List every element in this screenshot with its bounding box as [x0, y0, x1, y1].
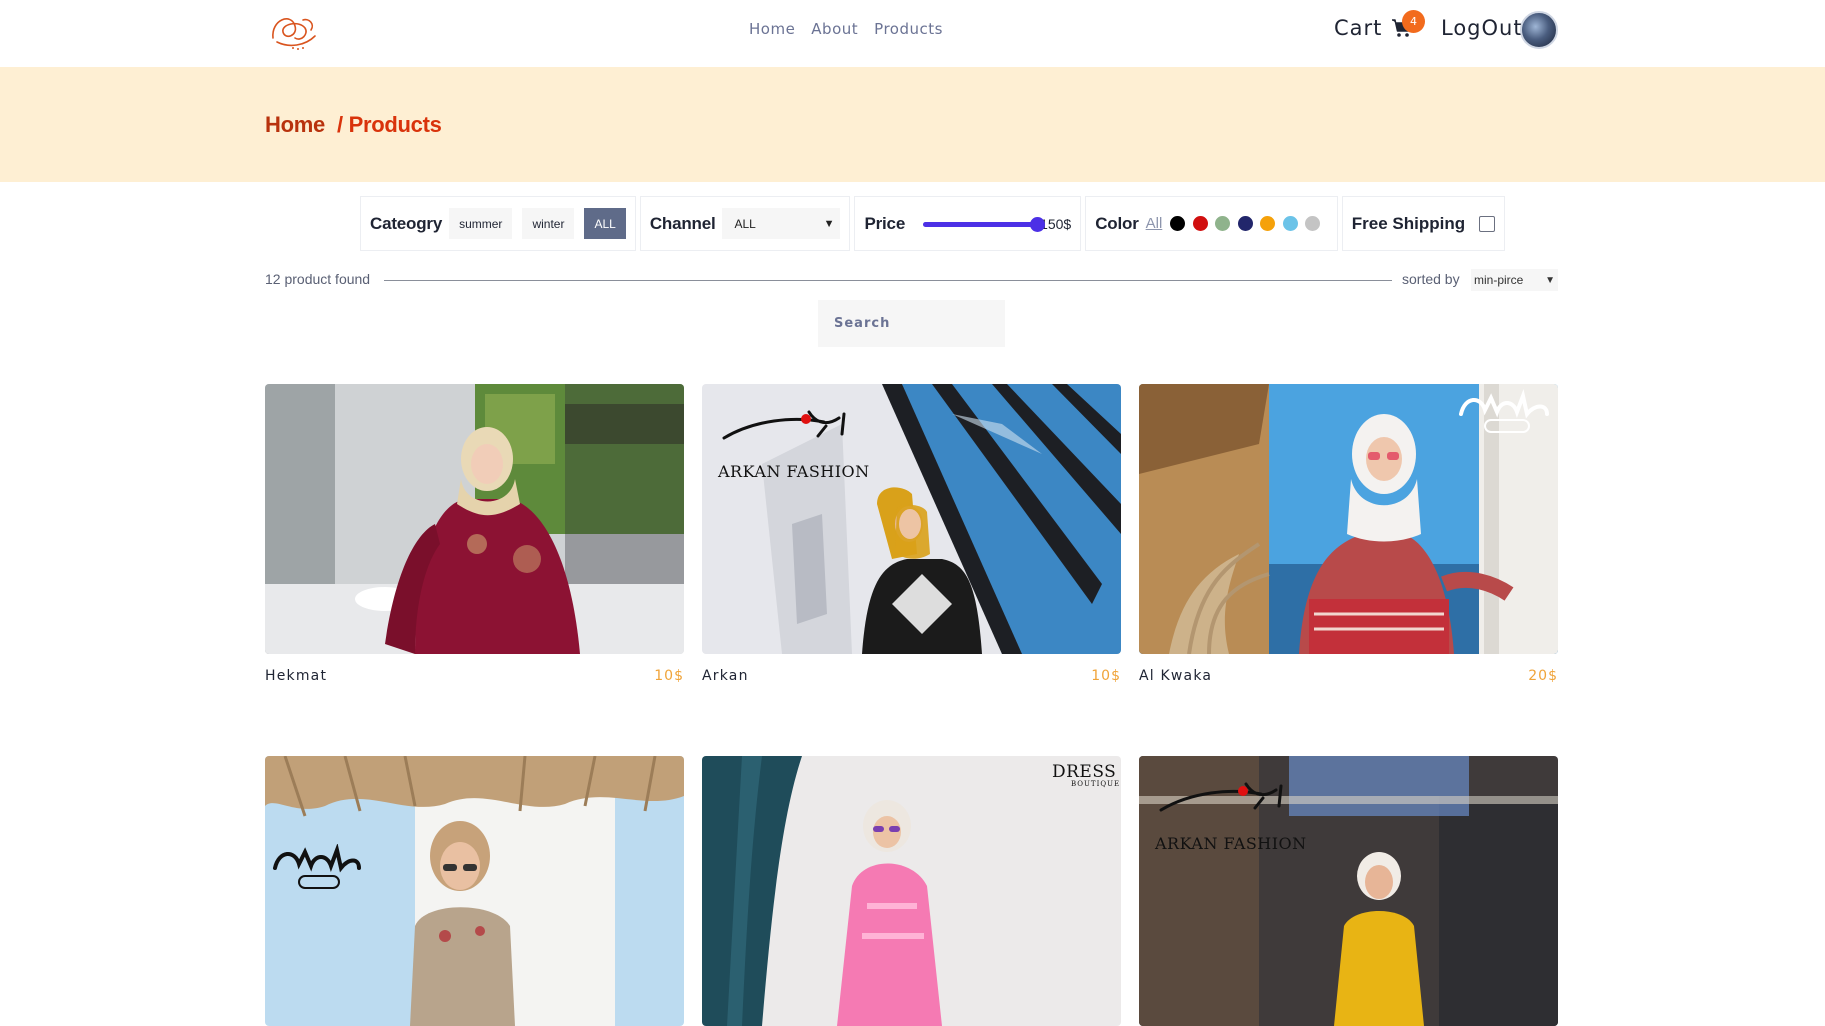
color-swatch[interactable]: [1192, 216, 1208, 231]
product-card[interactable]: ARKAN FASHION Arkan 10$: [702, 384, 1121, 684]
product-card[interactable]: DRESS BOUTIQUE: [702, 756, 1121, 1026]
category-label: Cateogry: [370, 213, 443, 233]
cart-button[interactable]: Cart 4: [1334, 10, 1425, 40]
brand-logo[interactable]: [265, 8, 321, 54]
breadcrumb-current: / Products: [337, 112, 442, 137]
color-swatch[interactable]: [1282, 216, 1298, 231]
color-swatch[interactable]: [1215, 216, 1231, 231]
price-slider-handle[interactable]: [1030, 216, 1046, 232]
color-swatch[interactable]: [1170, 216, 1186, 231]
price-slider[interactable]: [923, 214, 1046, 234]
product-card[interactable]: Al Kwaka 20$: [1139, 384, 1558, 684]
arkan-fashion-logo: [722, 410, 846, 440]
color-label: Color: [1095, 213, 1139, 233]
nav-about-link[interactable]: About: [811, 20, 858, 38]
product-name: Hekmat: [265, 668, 328, 684]
breadcrumb-home-link[interactable]: Home: [265, 112, 325, 138]
category-all-chip[interactable]: ALL: [584, 208, 626, 239]
product-count: 12 product found: [265, 271, 371, 287]
sort-select-value: min-pirce: [1474, 273, 1524, 287]
al-kwaka-logo: [273, 844, 361, 889]
channel-label: Channel: [649, 213, 716, 233]
product-image[interactable]: [265, 384, 684, 654]
arkan-fashion-logo: [1159, 782, 1283, 812]
product-image[interactable]: [265, 756, 684, 1026]
category-winter-chip[interactable]: winter: [522, 208, 575, 239]
dress-brand-subtext: BOUTIQUE: [1071, 780, 1121, 788]
product-image[interactable]: DRESS BOUTIQUE: [702, 756, 1121, 1026]
product-name: Arkan: [702, 668, 749, 684]
product-image[interactable]: [1139, 384, 1558, 654]
price-label: Price: [864, 213, 906, 233]
color-swatch[interactable]: [1260, 216, 1276, 231]
product-card[interactable]: Hekmat 10$: [265, 384, 684, 684]
chevron-down-icon: ▼: [823, 217, 835, 230]
product-card[interactable]: ARKAN FASHION: [1139, 756, 1558, 1026]
free-shipping-checkbox[interactable]: [1479, 215, 1496, 232]
price-filter: Price 150$: [854, 196, 1082, 251]
channel-filter: Channel ALL ▼: [639, 196, 851, 251]
arkan-fashion-brand-text: ARKAN FASHION: [718, 462, 870, 481]
site-header: Home About Products Cart 4 LogOut: [0, 0, 1825, 67]
chevron-down-icon: ▼: [1545, 274, 1555, 286]
product-card[interactable]: [265, 756, 684, 1026]
price-slider-fill: [923, 221, 1039, 227]
filter-bar: Cateogry summer winter ALL Channel ALL ▼…: [360, 196, 1506, 251]
cart-count-badge: 4: [1402, 10, 1425, 33]
color-swatch[interactable]: [1305, 216, 1321, 231]
product-price: 10$: [1091, 668, 1121, 684]
category-summer-chip[interactable]: summer: [449, 208, 513, 239]
sorted-by-label: sorted by: [1402, 271, 1460, 287]
channel-select[interactable]: ALL ▼: [722, 208, 841, 239]
sort-select[interactable]: min-pirce ▼: [1471, 269, 1558, 291]
arkan-fashion-brand-text: ARKAN FASHION: [1155, 834, 1307, 853]
main-nav: Home About Products: [749, 20, 943, 38]
category-filter: Cateogry summer winter ALL: [360, 196, 636, 251]
dress-brand-text: DRESS: [1052, 762, 1117, 782]
avatar[interactable]: [1520, 11, 1558, 49]
product-image[interactable]: ARKAN FASHION: [702, 384, 1121, 654]
divider: [384, 280, 1392, 281]
color-all-link[interactable]: All: [1146, 215, 1163, 232]
nav-home-link[interactable]: Home: [749, 20, 795, 38]
channel-select-value: ALL: [734, 216, 756, 231]
logout-button[interactable]: LogOut: [1441, 16, 1523, 40]
search-input[interactable]: [818, 300, 1005, 347]
nav-products-link[interactable]: Products: [874, 20, 943, 38]
breadcrumb: Home / Products: [0, 67, 1825, 182]
cart-label: Cart: [1334, 16, 1383, 40]
free-shipping-filter: Free Shipping: [1341, 196, 1506, 251]
color-swatch[interactable]: [1237, 216, 1253, 231]
product-image[interactable]: ARKAN FASHION: [1139, 756, 1558, 1026]
free-shipping-label: Free Shipping: [1351, 213, 1466, 233]
color-filter: Color All: [1085, 196, 1338, 251]
al-kwaka-logo: [1459, 388, 1549, 433]
product-price: 10$: [654, 668, 684, 684]
color-swatches: [1170, 216, 1328, 231]
product-name: Al Kwaka: [1139, 668, 1213, 684]
product-price: 20$: [1528, 668, 1558, 684]
